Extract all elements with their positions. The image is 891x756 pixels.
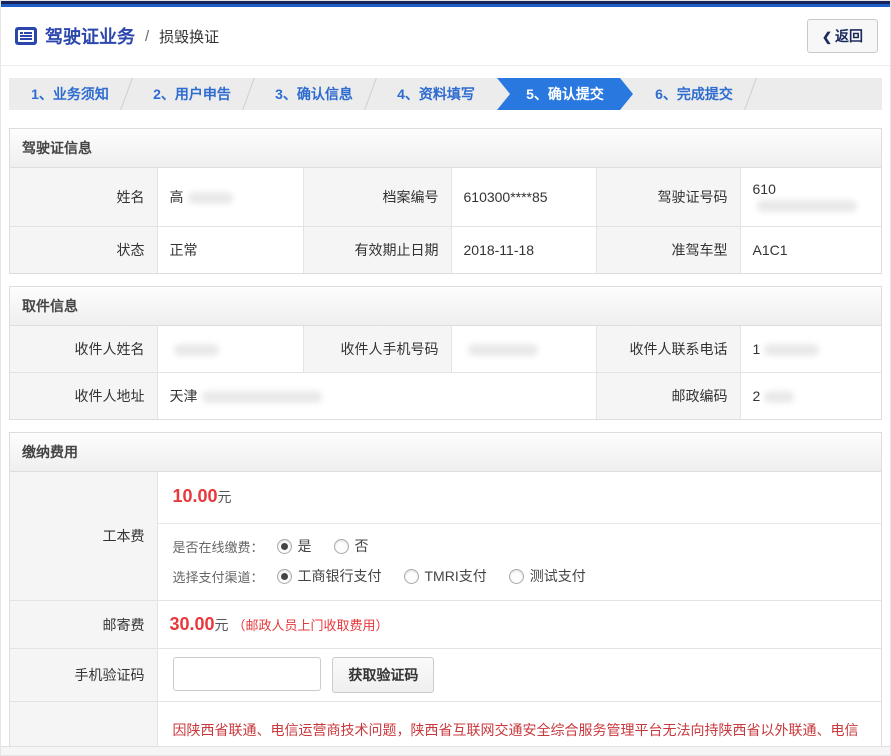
page: 驾驶证业务 / 损毁换证 ❮返回 1、业务须知 2、用户申告 3、确认信息 4、…	[0, 0, 891, 756]
redacted-value	[188, 192, 233, 204]
table-row: 姓名 高 档案编号 610300****85 驾驶证号码 610	[10, 168, 881, 227]
file-no-value: 610300****85	[451, 168, 596, 227]
redacted-value	[764, 391, 794, 403]
vehicle-class-value: A1C1	[740, 227, 881, 274]
radio-icon	[509, 569, 524, 584]
payment-channel-row: 选择支付渠道： 工商银行支付 TMRI支付 测试支付	[173, 566, 867, 586]
step-5-confirm-submit[interactable]: 5、确认提交	[497, 78, 633, 110]
recipient-address-value: 天津	[157, 373, 596, 420]
status-label: 状态	[10, 227, 157, 274]
step-6-complete-submit[interactable]: 6、完成提交	[633, 78, 755, 110]
header: 驾驶证业务 / 损毁换证 ❮返回	[1, 7, 890, 66]
sms-code-input[interactable]	[173, 657, 321, 691]
back-chevron-icon: ❮	[822, 30, 832, 44]
license-info-table: 姓名 高 档案编号 610300****85 驾驶证号码 610 状态 正常 有…	[10, 168, 881, 273]
recipient-mobile-value	[451, 326, 596, 373]
table-row: 收件人姓名 收件人手机号码 收件人联系电话 1	[10, 326, 881, 373]
breadcrumb: 驾驶证业务 / 损毁换证	[15, 23, 219, 49]
mail-fee-value: 30.00元（邮政人员上门收取费用）	[157, 601, 881, 649]
redacted-value	[468, 344, 538, 356]
expiry-label: 有效期止日期	[303, 227, 451, 274]
license-no-value: 610	[740, 168, 881, 227]
postcode-label: 邮政编码	[596, 373, 740, 420]
payment-channel-prompt: 选择支付渠道：	[173, 567, 277, 586]
online-payment-prompt: 是否在线缴费：	[173, 537, 277, 556]
status-value: 正常	[157, 227, 303, 274]
production-fee-amount: 10.00元	[158, 472, 882, 524]
name-value: 高	[157, 168, 303, 227]
radio-online-yes[interactable]: 是	[277, 536, 312, 556]
radio-icon	[277, 539, 292, 554]
redacted-value	[764, 344, 819, 356]
page-title: 损毁换证	[159, 26, 219, 47]
pickup-info-title: 取件信息	[10, 287, 881, 326]
table-row: 状态 正常 有效期止日期 2018-11-18 准驾车型 A1C1	[10, 227, 881, 274]
redacted-value	[174, 344, 219, 356]
name-label: 姓名	[10, 168, 157, 227]
radio-channel-test[interactable]: 测试支付	[509, 566, 586, 586]
step-4-fill-data[interactable]: 4、资料填写	[375, 78, 497, 110]
postcode-value: 2	[740, 373, 881, 420]
recipient-mobile-label: 收件人手机号码	[303, 326, 451, 373]
license-info-section: 驾驶证信息 姓名 高 档案编号 610300****85 驾驶证号码 610 状…	[9, 128, 882, 274]
payment-options: 是否在线缴费： 是 否 选择支付渠道： 工商银行支付 TMRI支付 测试支付	[158, 524, 882, 600]
sms-code-row: 手机验证码 获取验证码	[10, 649, 881, 702]
mail-fee-row: 邮寄费 30.00元（邮政人员上门收取费用）	[10, 601, 881, 649]
recipient-name-label: 收件人姓名	[10, 326, 157, 373]
pickup-info-section: 取件信息 收件人姓名 收件人手机号码 收件人联系电话 1 收件人地址 天津 邮政…	[9, 286, 882, 420]
table-row: 收件人地址 天津 邮政编码 2	[10, 373, 881, 420]
recipient-address-label: 收件人地址	[10, 373, 157, 420]
step-2-user-declaration[interactable]: 2、用户申告	[131, 78, 253, 110]
recipient-name-value	[157, 326, 303, 373]
step-3-confirm-info[interactable]: 3、确认信息	[253, 78, 375, 110]
get-sms-code-button[interactable]: 获取验证码	[332, 657, 434, 693]
vehicle-class-label: 准驾车型	[596, 227, 740, 274]
fees-section: 缴纳费用 工本费 10.00元 是否在线缴费： 是 否	[9, 432, 882, 756]
mail-fee-label: 邮寄费	[10, 601, 157, 649]
radio-icon	[334, 539, 349, 554]
sms-code-cell: 获取验证码	[157, 649, 881, 702]
breadcrumb-separator: /	[145, 28, 149, 45]
fees-table: 工本费 10.00元 是否在线缴费： 是 否 选择支付渠道： 工商银行支付	[10, 472, 881, 756]
recipient-phone-label: 收件人联系电话	[596, 326, 740, 373]
radio-online-no[interactable]: 否	[334, 536, 369, 556]
sms-code-label: 手机验证码	[10, 649, 157, 702]
redacted-value	[202, 391, 322, 403]
recipient-phone-value: 1	[740, 326, 881, 373]
back-button-label: 返回	[835, 28, 863, 44]
radio-channel-tmri[interactable]: TMRI支付	[404, 566, 487, 586]
radio-icon	[404, 569, 419, 584]
step-wizard: 1、业务须知 2、用户申告 3、确认信息 4、资料填写 5、确认提交 6、完成提…	[9, 78, 882, 110]
production-fee-label: 工本费	[10, 472, 157, 601]
license-info-title: 驾驶证信息	[10, 129, 881, 168]
app-title: 驾驶证业务	[45, 23, 135, 49]
list-icon	[15, 27, 37, 45]
license-no-label: 驾驶证号码	[596, 168, 740, 227]
online-payment-row: 是否在线缴费： 是 否	[173, 536, 867, 556]
production-fee-row: 工本费 10.00元 是否在线缴费： 是 否 选择支付渠道： 工商银行支付	[10, 472, 881, 601]
pickup-info-table: 收件人姓名 收件人手机号码 收件人联系电话 1 收件人地址 天津 邮政编码 2	[10, 326, 881, 419]
back-button[interactable]: ❮返回	[807, 19, 878, 53]
redacted-value	[757, 200, 857, 212]
bottom-strip	[1, 746, 890, 755]
step-1-business-notice[interactable]: 1、业务须知	[9, 78, 131, 110]
step-wizard-filler	[755, 78, 882, 110]
expiry-value: 2018-11-18	[451, 227, 596, 274]
file-no-label: 档案编号	[303, 168, 451, 227]
fees-title: 缴纳费用	[10, 433, 881, 472]
radio-channel-icbc[interactable]: 工商银行支付	[277, 566, 382, 586]
mail-fee-note: （邮政人员上门收取费用）	[233, 618, 389, 633]
radio-icon	[277, 569, 292, 584]
